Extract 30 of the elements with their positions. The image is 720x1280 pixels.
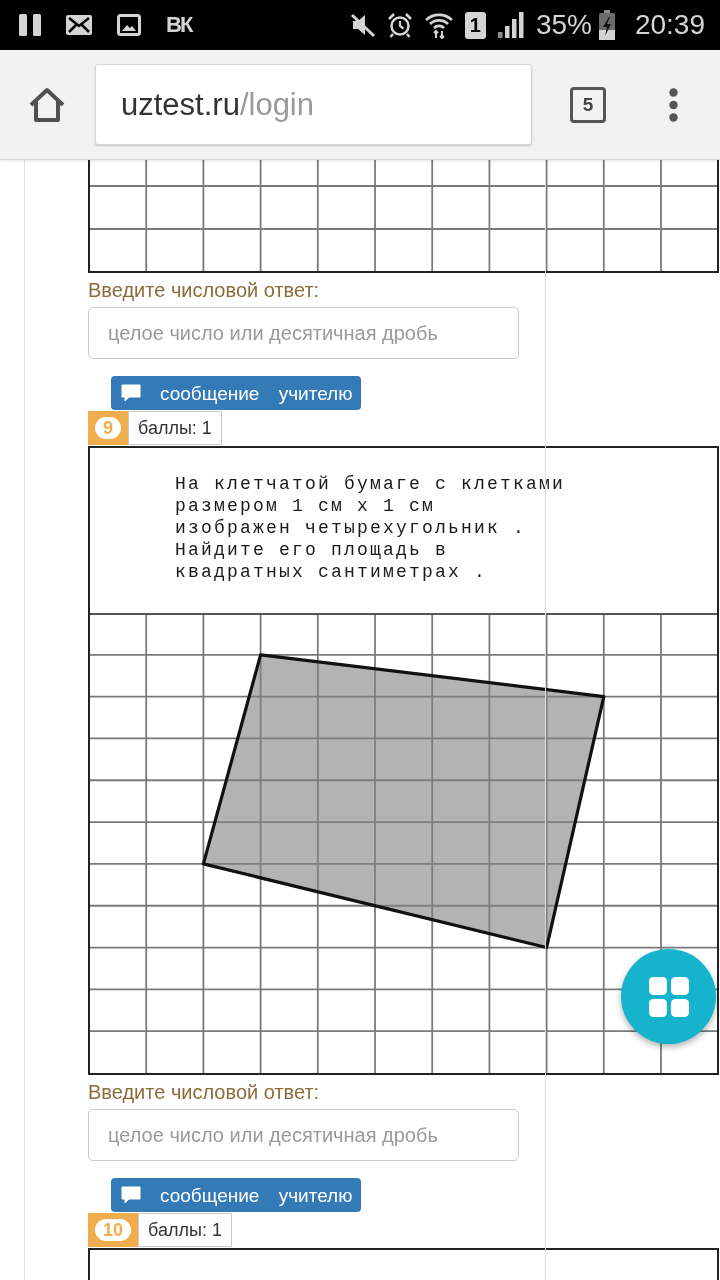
answer-label: Введите числовой ответ: (88, 278, 320, 302)
comment-icon (121, 1186, 141, 1204)
battery-percent: 35% (535, 11, 592, 39)
question-number: 9 (88, 411, 128, 445)
home-icon[interactable] (28, 86, 66, 123)
battery-charging-icon (598, 10, 615, 40)
message-teacher-button[interactable]: сообщение учителю (111, 376, 361, 410)
clock: 20:39 (634, 11, 705, 39)
wifi-icon (423, 11, 454, 39)
image-icon (117, 14, 141, 36)
menu-icon[interactable] (669, 87, 678, 122)
signal-icon (497, 12, 524, 38)
answer-input[interactable]: целое число или десятичная дробь (88, 307, 519, 359)
mute-icon (349, 12, 376, 38)
points-label: баллы: 1 (128, 411, 222, 445)
points-label: баллы: 1 (138, 1213, 232, 1247)
address-bar[interactable]: uztest.ru/login (95, 64, 532, 145)
grid-icon (648, 976, 689, 1017)
sim-indicator: 1 (464, 11, 486, 39)
question-number: 10 (88, 1213, 139, 1247)
tabs-button[interactable]: 5 (570, 86, 606, 123)
answer-input[interactable]: целое число или десятичная дробь (88, 1109, 519, 1161)
problem-text: На клетчатой бумаге с клетками размером 1 см х 1 см изображен четырехугольник . Найдите его площадь в квадратных сантиметрах . (175, 473, 566, 583)
alarm-icon (386, 12, 413, 38)
comment-icon (121, 384, 141, 402)
message-teacher-button[interactable]: сообщение учителю (111, 1178, 361, 1212)
mail-icon (66, 15, 92, 35)
answer-label: Введите числовой ответ: (88, 1080, 320, 1104)
app-logo: ВК (166, 14, 192, 36)
pause-icon (19, 14, 41, 36)
